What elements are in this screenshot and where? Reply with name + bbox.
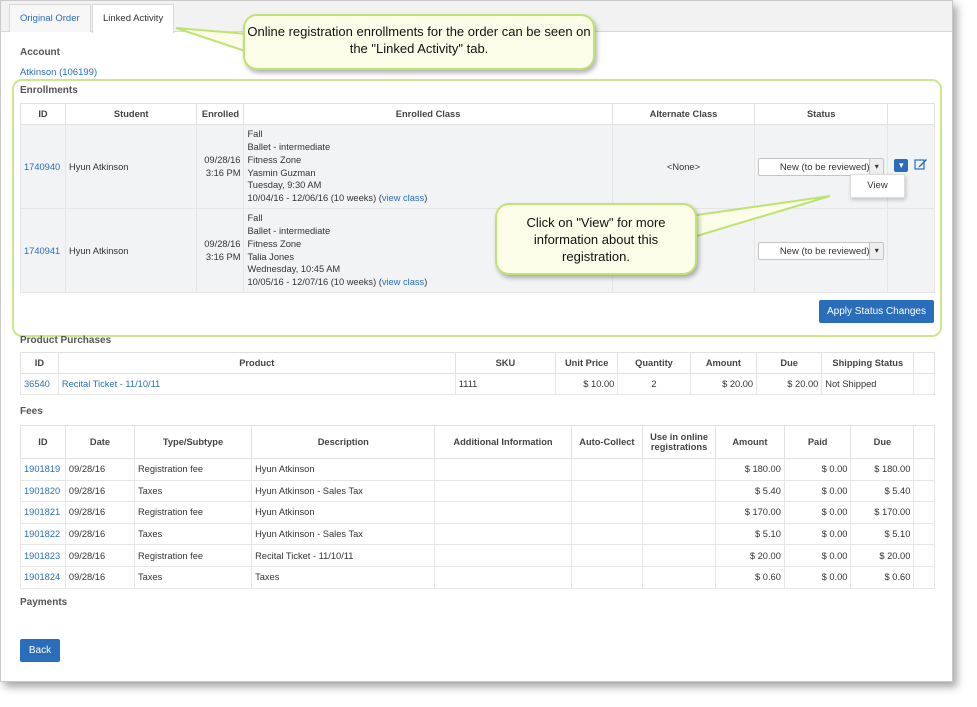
view-callout: Click on "View" for more information abo… [495, 203, 697, 275]
linked-activity-callout: Online registration enrollments for the … [243, 14, 595, 70]
callout-tails [175, 27, 831, 240]
